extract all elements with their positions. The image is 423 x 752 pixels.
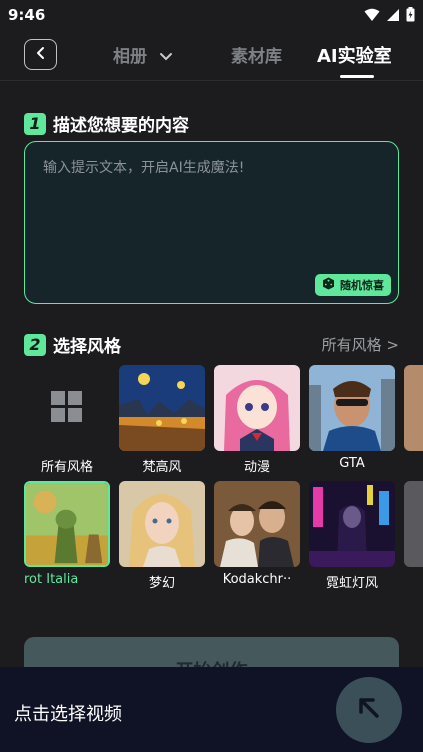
italian-thumbnail	[24, 481, 110, 567]
grid-icon	[24, 365, 110, 451]
neon-thumbnail	[309, 481, 395, 567]
random-surprise-button[interactable]: 随机惊喜	[315, 274, 391, 296]
prompt-placeholder: 输入提示文本，开启AI生成魔法!	[43, 160, 245, 176]
chevron-left-icon	[35, 45, 47, 64]
partial-thumbnail-2	[404, 481, 423, 567]
style-item-neon[interactable]: 霓虹灯风	[309, 481, 395, 591]
chevron-down-icon	[159, 47, 173, 67]
tab-ai-lab[interactable]: AI实验室	[317, 42, 392, 68]
arrow-up-left-icon	[355, 694, 383, 726]
status-time: 9:46	[8, 6, 46, 24]
all-styles-link[interactable]: 所有风格 >	[322, 334, 399, 355]
kodakchrome-thumbnail	[214, 481, 300, 567]
style-item-kodakchrome[interactable]: Kodakchr··	[214, 481, 300, 587]
van-gogh-thumbnail	[119, 365, 205, 451]
section-style-title: 2 选择风格	[24, 332, 121, 357]
style-item-all[interactable]: 所有风格	[24, 365, 110, 475]
dice-icon	[322, 277, 335, 293]
top-navigation: 相册 素材库 AI实验室	[0, 30, 423, 81]
style-item-dreamy[interactable]: 梦幻	[119, 481, 205, 591]
battery-icon	[406, 7, 415, 26]
select-video-label[interactable]: 点击选择视频	[14, 700, 122, 726]
style-item-partial[interactable]	[404, 365, 423, 451]
partial-thumbnail	[404, 365, 423, 451]
gta-thumbnail	[309, 365, 395, 451]
style-item-anime[interactable]: 动漫	[214, 365, 300, 475]
style-item-gta[interactable]: GTA	[309, 365, 395, 471]
dreamy-thumbnail	[119, 481, 205, 567]
style-item-partial-2[interactable]	[404, 481, 423, 567]
status-bar: 9:46	[0, 0, 423, 30]
step-number-badge: 1	[24, 112, 46, 135]
section-describe-title: 1 描述您想要的内容	[24, 111, 189, 136]
wifi-icon	[364, 7, 380, 26]
anime-thumbnail	[214, 365, 300, 451]
tab-material-library[interactable]: 素材库	[231, 42, 282, 67]
step-number-badge: 2	[24, 333, 46, 356]
style-item-van-gogh[interactable]: 梵高风	[119, 365, 205, 475]
active-tab-indicator	[340, 75, 374, 78]
tab-album[interactable]: 相册	[113, 42, 173, 67]
signal-icon	[386, 7, 400, 26]
prompt-input[interactable]: 输入提示文本，开启AI生成魔法! 随机惊喜	[24, 141, 399, 304]
back-button[interactable]	[24, 39, 57, 70]
collapse-button[interactable]	[336, 677, 402, 743]
style-item-italian[interactable]: rot Italia	[24, 481, 110, 587]
